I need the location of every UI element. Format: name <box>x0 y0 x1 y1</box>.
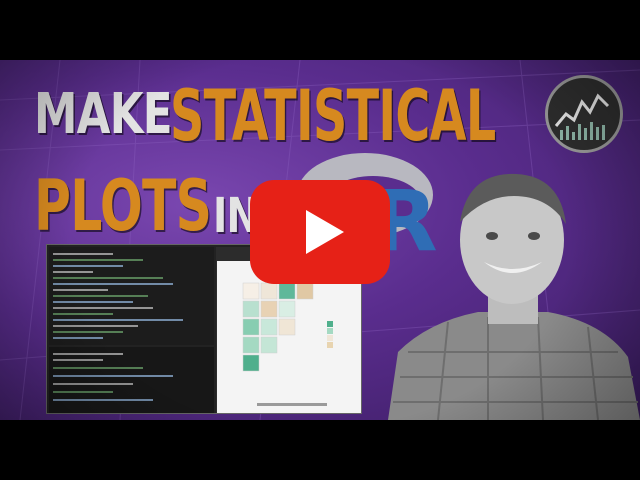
play-button-icon[interactable] <box>250 180 390 284</box>
presenter-photo <box>388 173 640 420</box>
channel-logo-icon <box>545 75 623 153</box>
code-editor-pane <box>49 247 214 345</box>
title-plots: PLOTS <box>34 165 212 247</box>
title-make: MAKE <box>34 82 173 147</box>
title-statistical: STATISTICAL <box>170 75 496 157</box>
console-pane <box>49 347 214 413</box>
